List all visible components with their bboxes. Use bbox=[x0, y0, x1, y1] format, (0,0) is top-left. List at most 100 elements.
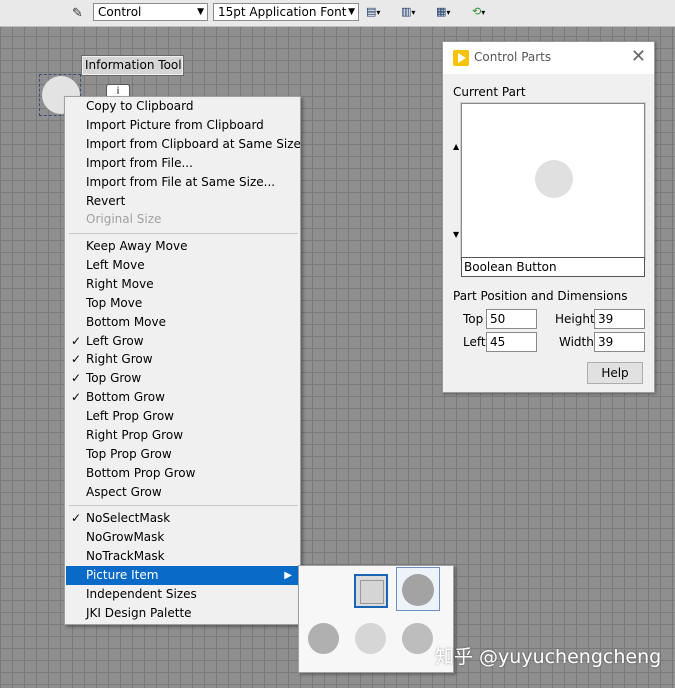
scroll-up-icon[interactable]: ▲ bbox=[453, 142, 459, 151]
menu-item-label: Import from File at Same Size... bbox=[86, 174, 276, 189]
menu-item-label: Bottom Move bbox=[86, 314, 167, 329]
menu-item[interactable]: Import from Clipboard at Same Size bbox=[66, 135, 301, 154]
picture-item-submenu bbox=[298, 565, 454, 673]
check-icon: ✓ bbox=[71, 511, 82, 525]
menu-item-label: Left Move bbox=[86, 257, 145, 272]
chevron-down-icon: ▼ bbox=[197, 7, 204, 17]
close-icon[interactable]: ✕ bbox=[631, 46, 646, 67]
menu-item-label: Bottom Prop Grow bbox=[86, 465, 196, 480]
context-menu: Copy to Clipboard Import Picture from Cli… bbox=[64, 96, 301, 625]
menu-separator bbox=[69, 505, 298, 506]
menu-item[interactable]: Keep Away Move bbox=[66, 237, 299, 256]
menu-item-label: Left Prop Grow bbox=[86, 409, 174, 424]
menu-item[interactable]: ✓ Left Grow bbox=[66, 332, 299, 351]
left-label: Left bbox=[463, 335, 486, 349]
menu-item[interactable]: Bottom Prop Grow bbox=[66, 464, 299, 483]
left-field[interactable]: 45 bbox=[486, 332, 537, 352]
menu-item[interactable]: Import Picture from Clipboard bbox=[66, 116, 299, 135]
check-icon: ✓ bbox=[71, 352, 82, 367]
control-type-value: Control bbox=[98, 5, 142, 19]
menu-item[interactable]: NoGrowMask bbox=[66, 528, 299, 547]
menu-item[interactable]: ✓ Right Grow bbox=[66, 350, 299, 369]
font-select[interactable]: 15pt Application Font ▼ bbox=[213, 3, 359, 21]
menu-item[interactable]: ✓ Top Grow bbox=[66, 369, 299, 388]
control-parts-window: Control Parts ✕ Current Part ▲ ▼ Boolean… bbox=[442, 41, 655, 393]
menu-separator bbox=[69, 233, 298, 234]
menu-item[interactable]: Left Prop Grow bbox=[66, 407, 299, 426]
check-icon: ✓ bbox=[71, 333, 82, 348]
menu-item[interactable]: Right Move bbox=[66, 275, 299, 294]
menu-item-label: Revert bbox=[86, 193, 126, 208]
menu-item-label: Top Prop Grow bbox=[86, 446, 172, 461]
window-title: Control Parts bbox=[474, 50, 552, 64]
resize-icon[interactable]: ▦▾ bbox=[436, 5, 462, 21]
width-field[interactable]: 39 bbox=[594, 332, 645, 352]
align-icon[interactable]: ▤▾ bbox=[366, 5, 392, 21]
menu-item[interactable]: Independent Sizes bbox=[66, 585, 299, 604]
menu-item[interactable]: Revert bbox=[66, 192, 299, 211]
section-label: Part Position and Dimensions bbox=[453, 289, 628, 303]
part-preview bbox=[460, 102, 646, 260]
menu-item-label: Right Prop Grow bbox=[86, 428, 184, 442]
picture-item-5[interactable] bbox=[402, 623, 433, 654]
menu-item-label: Right Grow bbox=[86, 352, 153, 367]
menu-item-label: Left Grow bbox=[86, 333, 144, 348]
labview-logo-icon bbox=[453, 50, 469, 66]
top-field[interactable]: 50 bbox=[486, 309, 537, 329]
title-bar: Control Parts ✕ bbox=[443, 42, 654, 74]
pen-icon[interactable]: ✎ bbox=[72, 6, 83, 21]
control-type-select[interactable]: Control ▼ bbox=[93, 3, 208, 21]
information-tool-tip: Information Tool bbox=[81, 55, 184, 76]
menu-item[interactable]: Top Move bbox=[66, 294, 299, 313]
height-field[interactable]: 39 bbox=[594, 309, 645, 329]
menu-item-label: Independent Sizes bbox=[86, 586, 197, 601]
menu-item-label: JKI Design Palette bbox=[86, 605, 192, 620]
scroll-down-icon[interactable]: ▼ bbox=[453, 230, 459, 239]
menu-item[interactable]: Top Prop Grow bbox=[66, 445, 299, 464]
menu-item[interactable]: Right Prop Grow bbox=[66, 426, 299, 445]
toolbar: ✎ Control ▼ 15pt Application Font ▼ ▤▾ ▥… bbox=[0, 0, 675, 27]
check-icon: ✓ bbox=[71, 371, 82, 386]
chevron-down-icon: ▼ bbox=[348, 7, 355, 17]
picture-item-3[interactable] bbox=[308, 623, 339, 654]
menu-item-label: Import from File... bbox=[86, 155, 193, 170]
check-icon: ✓ bbox=[71, 390, 82, 405]
picture-item-1[interactable] bbox=[354, 574, 388, 608]
picture-item-2[interactable] bbox=[396, 567, 440, 611]
menu-item[interactable]: Copy to Clipboard bbox=[66, 97, 299, 116]
menu-item[interactable]: Picture Item ▶ bbox=[66, 565, 299, 585]
menu-item[interactable]: Import from File at Same Size... bbox=[66, 173, 299, 192]
menu-item-label: Right Move bbox=[86, 276, 154, 291]
menu-item-label: Top Grow bbox=[86, 371, 142, 386]
menu-item[interactable]: Left Move bbox=[66, 256, 299, 275]
preview-circle bbox=[535, 160, 573, 198]
menu-item[interactable]: NoTrackMask bbox=[66, 547, 299, 566]
submenu-arrow-icon: ▶ bbox=[284, 569, 292, 581]
menu-item-label: NoTrackMask bbox=[86, 548, 165, 563]
menu-item-label: Top Move bbox=[86, 295, 143, 310]
help-button[interactable]: Help bbox=[587, 362, 643, 384]
menu-item-label: Keep Away Move bbox=[86, 239, 188, 253]
part-name-field: Boolean Button bbox=[461, 257, 645, 277]
menu-item[interactable]: Bottom Move bbox=[66, 313, 299, 332]
current-part-label: Current Part bbox=[453, 85, 526, 99]
menu-item-label: Import from Clipboard at Same Size bbox=[86, 136, 301, 151]
top-label: Top bbox=[463, 312, 484, 326]
menu-item[interactable]: ✓ NoSelectMask bbox=[66, 509, 299, 528]
menu-item-label: Copy to Clipboard bbox=[86, 99, 194, 113]
distribute-icon[interactable]: ▥▾ bbox=[401, 5, 427, 21]
menu-item[interactable]: Original Size bbox=[66, 210, 299, 229]
menu-item-label: Aspect Grow bbox=[86, 484, 162, 499]
menu-item[interactable]: Aspect Grow bbox=[66, 483, 299, 502]
watermark: 知乎 @yuyuchengcheng bbox=[435, 646, 662, 668]
menu-item[interactable]: Import from File... bbox=[66, 154, 299, 173]
menu-item[interactable]: ✓ Bottom Grow bbox=[66, 388, 299, 407]
font-value: 15pt Application Font bbox=[218, 5, 347, 19]
reorder-icon[interactable]: ⟲▾ bbox=[472, 5, 498, 21]
menu-item-label: NoSelectMask bbox=[86, 511, 171, 525]
menu-item[interactable]: JKI Design Palette bbox=[66, 604, 299, 623]
picture-item-4[interactable] bbox=[355, 623, 386, 654]
menu-item-label: Picture Item bbox=[86, 567, 159, 582]
menu-item-label: Import Picture from Clipboard bbox=[86, 117, 264, 132]
menu-item-label: Original Size bbox=[86, 212, 162, 227]
